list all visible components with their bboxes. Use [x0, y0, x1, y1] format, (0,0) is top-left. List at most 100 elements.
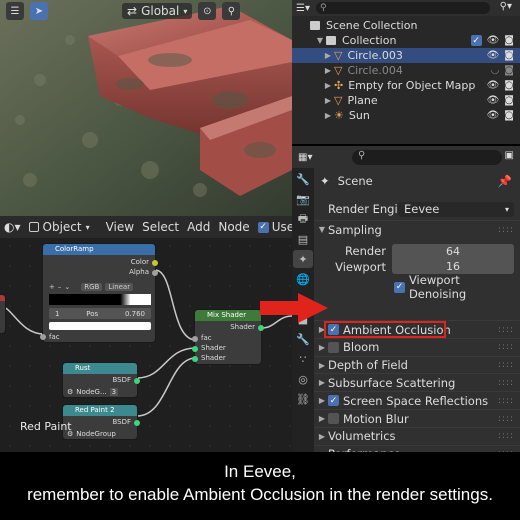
ramp-stop-field[interactable]: 1 Pos 0.760: [49, 308, 151, 319]
options-icon[interactable]: ▣: [505, 150, 514, 161]
add-stop-button[interactable]: +: [49, 283, 55, 291]
ramp-stop-color[interactable]: [49, 322, 151, 330]
properties-search[interactable]: ⚲: [352, 150, 502, 165]
node-mix-shader[interactable]: Mix Shader Shader fac Shader Shader: [192, 309, 264, 365]
snap-icon[interactable]: ⚲: [222, 2, 241, 20]
rust-group-field[interactable]: ⚙ NodeG... 3: [67, 387, 135, 396]
eye-icon[interactable]: 👁: [487, 35, 500, 46]
render-samples-field[interactable]: 64: [392, 243, 514, 259]
expand-arrow-icon[interactable]: ▶: [322, 111, 334, 120]
ramp-color-mode[interactable]: RGB: [81, 283, 103, 291]
panel-enable-checkbox[interactable]: [328, 341, 339, 353]
socket-shader1-in[interactable]: [192, 346, 198, 352]
camera-icon[interactable]: ◙: [504, 65, 514, 76]
drag-handle-icon[interactable]: ::::: [498, 360, 514, 370]
redpaint-group-field[interactable]: ⚙ NodeGroup: [67, 429, 135, 438]
expand-arrow-icon[interactable]: ▶: [322, 51, 334, 60]
output-tab-icon[interactable]: 🖶: [293, 210, 313, 228]
expand-arrow-icon[interactable]: ▶: [322, 66, 334, 75]
outliner-scene-collection[interactable]: Scene Collection: [292, 18, 520, 33]
drag-handle-icon[interactable]: ::::: [498, 342, 514, 352]
view-layer-tab-icon[interactable]: ▤: [293, 230, 313, 248]
filter-icon[interactable]: ⚲▾: [500, 1, 512, 12]
panel-enable-checkbox[interactable]: ✓: [328, 324, 339, 335]
view-mode-icon[interactable]: ☰: [6, 2, 24, 20]
panel-depth-of-field[interactable]: ▶ Depth of Field::::: [314, 355, 520, 374]
pin-icon[interactable]: 📌: [498, 174, 512, 188]
panel-screen-space-reflections[interactable]: ▶ ✓ Screen Space Reflections::::: [314, 391, 520, 409]
remove-stop-button[interactable]: –: [58, 283, 62, 291]
panel-subsurface-scattering[interactable]: ▶ Subsurface Scattering::::: [314, 373, 520, 391]
ramp-menu-button[interactable]: ⌄: [64, 283, 70, 291]
outliner-item[interactable]: ▶ ✣ Empty for Object Mapp 👁 ◙: [292, 78, 520, 93]
eye-icon[interactable]: 👁: [487, 80, 500, 91]
shader-node-editor[interactable]: ◐▾ Object ▾ View Select Add Node ✓ Use C…: [0, 216, 292, 452]
outliner-collection[interactable]: ▼ Collection ✓ 👁 ◙: [292, 33, 520, 48]
socket-fac-in[interactable]: [40, 334, 46, 340]
drag-handle-icon[interactable]: ::::: [498, 378, 514, 388]
node-colorramp[interactable]: ColorRamp Color Alpha + – ⌄ RGB Linear 1…: [40, 243, 158, 343]
socket-shader-out[interactable]: [258, 325, 264, 331]
socket-bsdf-out[interactable]: [134, 420, 140, 426]
expand-arrow-icon[interactable]: ▶: [322, 81, 334, 90]
expand-arrow-icon[interactable]: ▶: [322, 96, 334, 105]
color-ramp-gradient[interactable]: [49, 294, 151, 305]
panel-enable-checkbox[interactable]: [328, 413, 339, 424]
drag-handle-icon[interactable]: ::::: [498, 431, 514, 441]
sampling-panel-header[interactable]: ▼ Sampling ::::: [314, 220, 520, 238]
outliner[interactable]: ☰▾ ⚲ ⚲▾ Scene Collection ▼ Collection ✓ …: [292, 0, 520, 144]
viewport-denoising-row[interactable]: ✓ Viewport Denoising: [314, 273, 520, 301]
panel-bloom[interactable]: ▶ Bloom::::: [314, 337, 520, 356]
outliner-item[interactable]: ▶ ▽ Plane 👁 ◙: [292, 93, 520, 108]
checkbox-icon[interactable]: ✓: [470, 35, 482, 46]
render-engine-dropdown[interactable]: Eevee ▾: [398, 201, 514, 217]
eye-icon[interactable]: 👁: [487, 110, 500, 121]
eye-icon[interactable]: 👁: [487, 50, 500, 61]
eye-icon[interactable]: 👁: [487, 95, 500, 106]
transform-orientation-dropdown[interactable]: ⇄ Global ▾: [122, 3, 193, 19]
panel-enable-checkbox[interactable]: ✓: [328, 395, 339, 407]
node-partial[interactable]: [0, 294, 6, 334]
select-tool-icon[interactable]: ➤: [30, 2, 48, 20]
outliner-item[interactable]: ▶ ☀ Sun 👁 ◙: [292, 108, 520, 123]
collapse-arrow-icon[interactable]: ▼: [314, 36, 326, 45]
camera-icon[interactable]: ◙: [504, 110, 514, 121]
socket-alpha-out[interactable]: [152, 270, 158, 276]
3d-viewport[interactable]: ☰ ➤ ⇄ Global ▾ ⊙ ⚲: [0, 0, 292, 216]
drag-handle-icon[interactable]: ::::: [498, 325, 514, 335]
eye-icon[interactable]: ◡: [491, 65, 500, 76]
socket-bsdf-out[interactable]: [134, 378, 140, 384]
panel-motion-blur[interactable]: ▶ Motion Blur::::: [314, 409, 520, 427]
render-tab-icon[interactable]: 📷: [293, 190, 313, 208]
drag-handle-icon[interactable]: ::::: [498, 414, 514, 424]
colorramp-in-fac: fac: [49, 333, 60, 341]
camera-icon[interactable]: ◙: [504, 50, 514, 61]
socket-shader2-in[interactable]: [192, 356, 198, 362]
camera-icon[interactable]: ◙: [504, 35, 514, 46]
ramp-interpolation[interactable]: Linear: [105, 283, 134, 291]
drag-handle-icon[interactable]: ::::: [498, 396, 514, 406]
node-group-red-paint-2[interactable]: Red Paint 2 BSDF ⚙ NodeGroup: [62, 404, 140, 440]
tool-tab-icon[interactable]: 🔧: [293, 170, 313, 188]
drag-handle-icon[interactable]: ::::: [498, 225, 514, 235]
socket-color-out[interactable]: [152, 260, 158, 266]
outliner-item[interactable]: ▶ ▽ Circle.003 👁 ◙: [292, 48, 520, 63]
physics-tab-icon[interactable]: ◎: [293, 370, 313, 388]
camera-icon[interactable]: ◙: [504, 95, 514, 106]
outliner-item[interactable]: ▶ ▽ Circle.004 ◡ ◙: [292, 63, 520, 78]
scene-tab-icon[interactable]: ✦: [293, 250, 313, 268]
viewport-samples-field[interactable]: 16: [392, 259, 514, 274]
constraints-tab-icon[interactable]: ⛓: [293, 390, 313, 408]
camera-icon[interactable]: ◙: [504, 80, 514, 91]
world-tab-icon[interactable]: 🌐: [293, 270, 313, 288]
socket-fac-in[interactable]: [192, 336, 198, 342]
panel-volumetrics[interactable]: ▶ Volumetrics::::: [314, 426, 520, 445]
node-group-rust[interactable]: Rust BSDF ⚙ NodeG... 3: [62, 362, 140, 398]
panel-ambient-occlusion[interactable]: ▶ ✓ Ambient Occlusion::::: [314, 320, 520, 338]
search-field[interactable]: ⚲: [315, 2, 490, 14]
particles-tab-icon[interactable]: ∵: [293, 350, 313, 368]
pivot-icon[interactable]: ⊙: [198, 2, 217, 20]
display-mode-icon[interactable]: ☰▾: [296, 3, 310, 14]
modifier-tab-icon[interactable]: 🔧: [293, 330, 313, 348]
editor-type-icon[interactable]: ▦▾: [298, 152, 312, 163]
